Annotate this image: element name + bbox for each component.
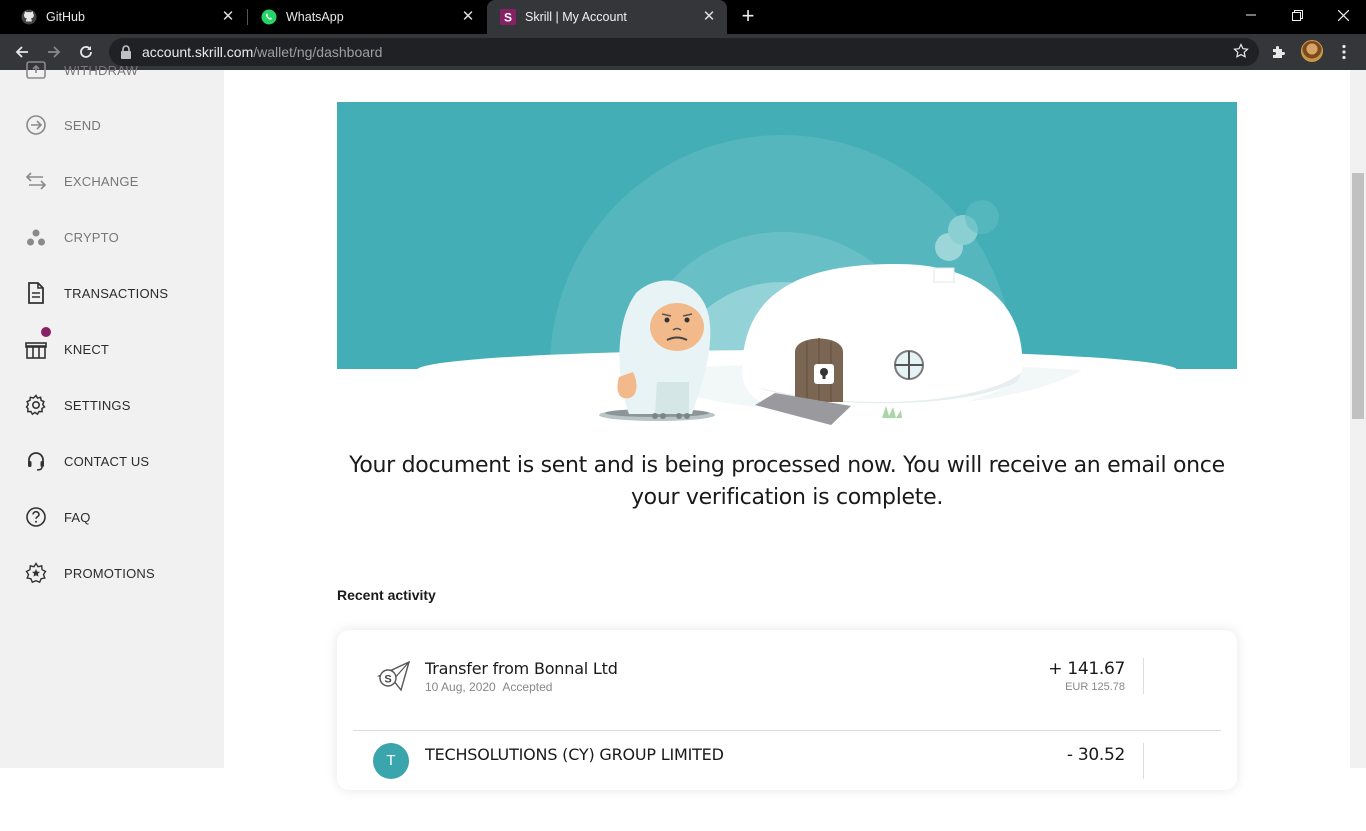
tab-title: Skrill | My Account: [525, 10, 627, 24]
skrill-icon: S: [500, 9, 516, 25]
verification-message: Your document is sent and is being proce…: [349, 453, 1225, 510]
sidebar-item-label: SEND: [64, 117, 101, 133]
transaction-name: Transfer from Bonnal Ltd: [425, 659, 618, 678]
table-row[interactable]: S Transfer from Bonnal Ltd 10 Aug, 2020 …: [353, 630, 1221, 731]
github-icon: [21, 9, 37, 25]
bookmark-star-icon[interactable]: [1233, 43, 1249, 64]
sidebar-item-label: PROMOTIONS: [64, 565, 155, 581]
merchant-avatar: T: [373, 743, 409, 779]
headset-icon: [24, 449, 48, 473]
tab-whatsapp[interactable]: WhatsApp ✕: [248, 0, 486, 34]
sidebar: WITHDRAW SEND EXCHANGE CRYPTO TRANSACTIO…: [0, 61, 224, 768]
recent-activity-card: S Transfer from Bonnal Ltd 10 Aug, 2020 …: [337, 630, 1237, 790]
transaction-amount: - 30.52: [1066, 745, 1125, 765]
sidebar-item-settings[interactable]: SETTINGS: [0, 385, 224, 425]
verification-illustration: [337, 102, 1237, 425]
transaction-date: 10 Aug, 2020: [425, 680, 496, 694]
transaction-amount: + 141.67: [1048, 659, 1125, 679]
withdraw-icon: [24, 58, 48, 82]
sidebar-item-withdraw[interactable]: WITHDRAW: [0, 50, 224, 90]
extensions-puzzle-icon[interactable]: [1268, 41, 1290, 63]
sidebar-item-promotions[interactable]: PROMOTIONS: [0, 553, 224, 593]
profile-avatar[interactable]: [1301, 40, 1323, 62]
sidebar-item-label: WITHDRAW: [64, 62, 139, 78]
transfer-plane-icon: S: [375, 658, 411, 694]
transaction-status: Accepted: [502, 680, 553, 694]
recent-activity-heading: Recent activity: [337, 587, 436, 603]
crypto-icon: [24, 225, 48, 249]
sidebar-item-label: KNECT: [64, 341, 110, 357]
close-window-button[interactable]: [1320, 0, 1366, 30]
minimize-button[interactable]: [1228, 0, 1274, 30]
tab-title: WhatsApp: [286, 10, 344, 24]
sidebar-item-knect[interactable]: KNECT: [0, 327, 224, 369]
send-icon: [24, 113, 48, 137]
close-tab-icon[interactable]: ✕: [701, 9, 717, 25]
sidebar-item-contact-us[interactable]: CONTACT US: [0, 441, 224, 481]
star-badge-icon: [24, 561, 48, 585]
svg-text:S: S: [504, 11, 512, 25]
row-divider: [1143, 743, 1144, 779]
close-tab-icon[interactable]: ✕: [460, 9, 476, 25]
sidebar-item-label: TRANSACTIONS: [64, 285, 169, 301]
row-divider: [1143, 658, 1144, 694]
notification-badge: [41, 327, 51, 337]
page-content: WITHDRAW SEND EXCHANGE CRYPTO TRANSACTIO…: [0, 61, 1366, 790]
tab-title: GitHub: [46, 10, 85, 24]
gear-icon: [24, 393, 48, 417]
sidebar-item-send[interactable]: SEND: [0, 105, 224, 145]
document-icon: [24, 281, 48, 305]
transaction-meta: 10 Aug, 2020 Accepted: [425, 680, 552, 694]
whatsapp-icon: [261, 9, 277, 25]
address-bar[interactable]: account.skrill.com/wallet/ng/dashboard: [109, 38, 1259, 66]
browser-menu-kebab-icon[interactable]: [1333, 41, 1355, 63]
gift-icon: [24, 337, 48, 361]
sidebar-item-label: EXCHANGE: [64, 173, 139, 189]
table-row[interactable]: T TECHSOLUTIONS (CY) GROUP LIMITED - 30.…: [353, 731, 1221, 831]
sidebar-item-label: SETTINGS: [64, 397, 131, 413]
transaction-name: TECHSOLUTIONS (CY) GROUP LIMITED: [425, 745, 724, 764]
sidebar-item-faq[interactable]: FAQ: [0, 497, 224, 537]
sidebar-item-exchange[interactable]: EXCHANGE: [0, 161, 224, 201]
sidebar-item-transactions[interactable]: TRANSACTIONS: [0, 273, 224, 313]
restore-button[interactable]: [1274, 0, 1320, 30]
transaction-sub-amount: EUR 125.78: [1065, 681, 1125, 693]
url-path: /wallet/ng/dashboard: [253, 44, 383, 60]
new-tab-button[interactable]: +: [736, 5, 760, 29]
svg-text:S: S: [384, 674, 391, 686]
exchange-icon: [24, 169, 48, 193]
sidebar-item-label: CONTACT US: [64, 453, 150, 469]
scrollbar-thumb[interactable]: [1352, 173, 1364, 419]
question-icon: [24, 505, 48, 529]
page-scrollbar[interactable]: [1350, 70, 1366, 768]
tab-github[interactable]: GitHub ✕: [8, 0, 246, 34]
sidebar-item-label: CRYPTO: [64, 229, 119, 245]
tab-skrill[interactable]: S Skrill | My Account ✕: [487, 0, 727, 34]
sidebar-item-label: FAQ: [64, 509, 91, 525]
browser-tab-bar: GitHub ✕ WhatsApp ✕ S Skrill | My Accoun…: [0, 0, 1366, 34]
close-tab-icon[interactable]: ✕: [220, 9, 236, 25]
sidebar-item-crypto[interactable]: CRYPTO: [0, 217, 224, 257]
